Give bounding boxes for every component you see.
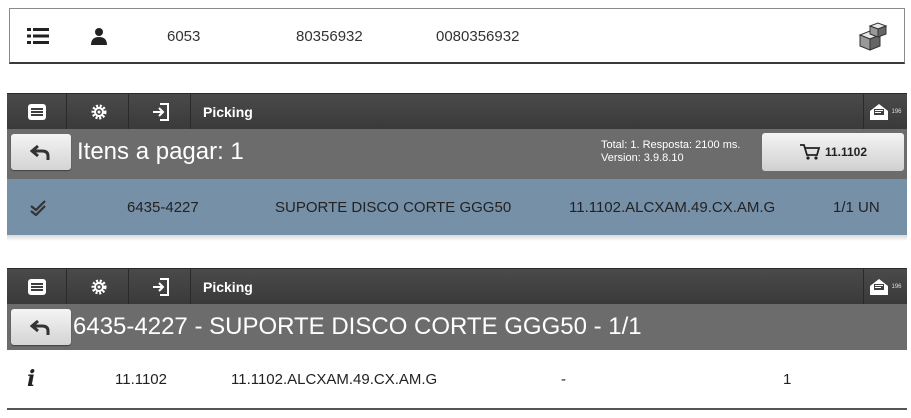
cart-icon [799,144,821,160]
back-arrow-icon [30,144,50,160]
summary-panel: 6053 80356932 0080356932 [9,8,905,64]
back-button[interactable] [11,134,71,170]
toolbar-title: Picking [203,104,253,120]
item-location: 11.1102.ALCXAM.49.CX.AM.G [231,370,438,388]
item-detail-header: 6435-4227 - SUPORTE DISCO CORTE GGG50 - … [7,304,907,350]
menu-icon[interactable] [7,94,67,130]
row-divider [7,235,907,241]
status-info: Total: 1. Resposta: 2100 ms. Version: 3.… [601,139,740,165]
mail-icon[interactable]: 196 [863,269,907,305]
gear-icon[interactable] [69,94,129,130]
product-code: 6435-4227 [127,198,199,216]
gear-icon[interactable] [69,269,129,305]
toolbar: Picking 196 [7,93,907,130]
table-row[interactable]: 6435-4227 SUPORTE DISCO CORTE GGG50 11.1… [7,179,907,235]
product-quantity: 1/1 UN [833,198,880,216]
product-description: SUPORTE DISCO CORTE GGG50 [275,198,512,216]
item-quantity: 1 [783,370,792,388]
product-location: 11.1102.ALCXAM.49.CX.AM.G [569,198,776,216]
status-response: Total: 1. Resposta: 2100 ms. [601,139,741,151]
order-number-padded: 0080356932 [436,27,520,45]
item-address: 11.1102 [115,370,167,388]
list-icon[interactable] [27,9,49,63]
user-icon[interactable] [90,9,110,63]
mail-badge: 196 [891,284,902,290]
mail-badge: 196 [891,109,902,115]
info-icon[interactable]: i [27,350,35,408]
back-button[interactable] [11,309,71,345]
page-title: Itens a pagar: 1 [77,138,244,165]
order-number: 80356932 [296,27,363,45]
login-icon[interactable] [131,269,191,305]
packages-icon[interactable] [856,9,890,63]
toolbar: Picking 196 [7,268,907,305]
page-title: 6435-4227 - SUPORTE DISCO CORTE GGG50 - … [73,313,642,340]
back-arrow-icon [30,319,50,335]
menu-icon[interactable] [7,269,67,305]
table-row[interactable]: i 11.1102 11.1102.ALCXAM.49.CX.AM.G - 1 [7,350,907,410]
customer-code: 6053 [167,27,201,45]
double-check-icon [29,179,49,235]
cart-button[interactable]: 11.1102 [762,133,904,171]
item-lot: - [561,370,566,388]
picking-list-header: Itens a pagar: 1 Total: 1. Resposta: 210… [7,129,907,179]
toolbar-title: Picking [203,279,253,295]
status-version: Version: 3.9.8.10 [601,152,684,164]
cart-label: 11.1102 [824,145,868,159]
login-icon[interactable] [131,94,191,130]
mail-icon[interactable]: 196 [863,94,907,130]
